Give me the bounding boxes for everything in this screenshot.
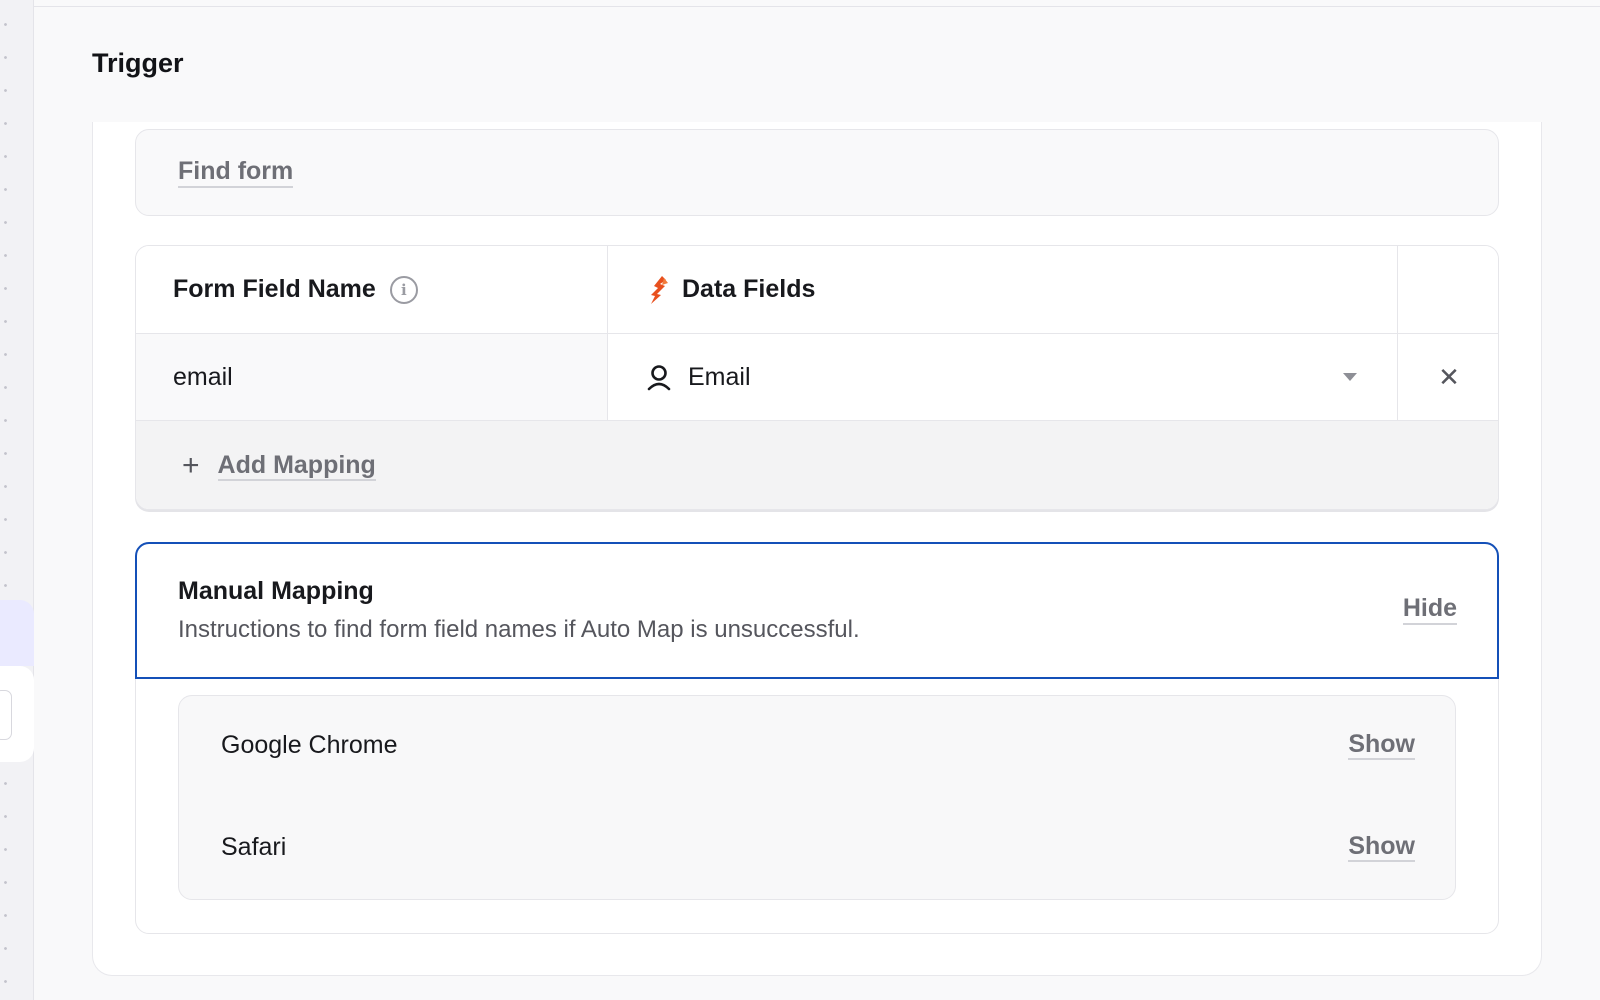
data-field-value: Email [688,362,751,391]
plus-icon: + [182,449,200,482]
add-mapping-label[interactable]: Add Mapping [217,451,376,482]
remove-cell: ✕ [1398,334,1498,420]
manual-mapping-description: Instructions to find form field names if… [178,616,860,643]
info-icon[interactable]: i [389,275,418,304]
header-data-fields: Data Fields [608,246,1398,333]
rail-dot-pattern [4,8,7,998]
header-actions [1398,246,1498,333]
mapping-table: Form Field Name i Data Fields email Emai… [135,245,1499,510]
table-header-row: Form Field Name i Data Fields [136,246,1498,334]
close-icon[interactable]: ✕ [1438,364,1460,390]
browser-list: Google Chrome Show Safari Show [178,695,1456,900]
manual-mapping-section: Manual Mapping Instructions to find form… [135,542,1499,934]
brand-logo-icon [651,275,668,304]
hide-button[interactable]: Hide [1402,594,1457,625]
rail-card-outline [0,690,12,740]
find-form-row[interactable]: Find form [135,129,1499,216]
table-row: email Email ✕ [136,334,1498,421]
manual-mapping-header[interactable]: Manual Mapping Instructions to find form… [135,542,1499,679]
list-item: Safari Show [221,825,1415,869]
section-title: Trigger [92,48,184,78]
show-button[interactable]: Show [1348,730,1415,761]
add-mapping-button[interactable]: + Add Mapping [136,421,1498,509]
show-button[interactable]: Show [1348,832,1415,863]
manual-mapping-title: Manual Mapping [178,577,374,605]
left-rail [0,0,34,1000]
browser-name: Safari [221,832,287,861]
data-field-cell: Email [608,334,1398,420]
rail-card [0,666,34,762]
chevron-down-icon[interactable] [1343,373,1357,381]
data-fields-header: Data Fields [682,275,816,303]
data-field-select[interactable]: Email [646,363,1397,392]
form-field-cell: email [136,334,608,420]
find-form-link[interactable]: Find form [178,157,294,188]
person-icon [647,365,671,391]
top-divider [34,0,1600,7]
rail-active-item[interactable] [0,600,34,666]
list-item: Google Chrome Show [221,723,1415,767]
header-form-field-name: Form Field Name i [136,246,608,333]
form-field-name-header: Form Field Name [173,275,376,303]
browser-name: Google Chrome [221,730,398,759]
form-field-value: email [173,362,233,391]
